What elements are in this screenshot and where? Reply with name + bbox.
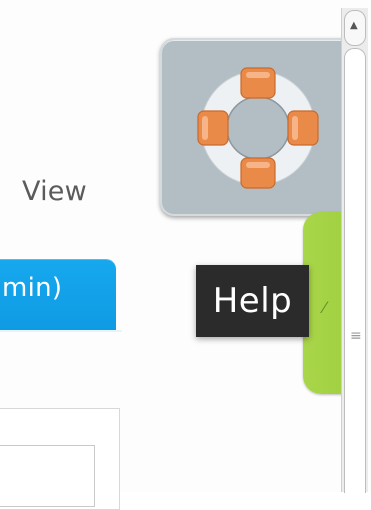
tab-underline xyxy=(0,330,122,332)
view-label[interactable]: View xyxy=(22,176,87,207)
help-tab-glyph-icon: ⁄ xyxy=(323,298,326,317)
blue-tab-label: min) xyxy=(2,273,63,303)
page-viewport: View min) ⁄ Help ▲ ≡ xyxy=(0,0,371,510)
scroll-up-button[interactable]: ▲ xyxy=(344,10,366,46)
inner-input-box[interactable] xyxy=(0,445,95,507)
blue-tab-button[interactable]: min) xyxy=(0,259,116,330)
grip-icon: ≡ xyxy=(350,328,362,344)
chevron-up-icon: ▲ xyxy=(350,20,358,31)
lifebuoy-icon xyxy=(197,67,319,189)
help-tooltip: Help xyxy=(196,265,309,337)
scroll-thumb[interactable] xyxy=(344,48,366,493)
help-lifebuoy-card[interactable] xyxy=(160,38,358,216)
